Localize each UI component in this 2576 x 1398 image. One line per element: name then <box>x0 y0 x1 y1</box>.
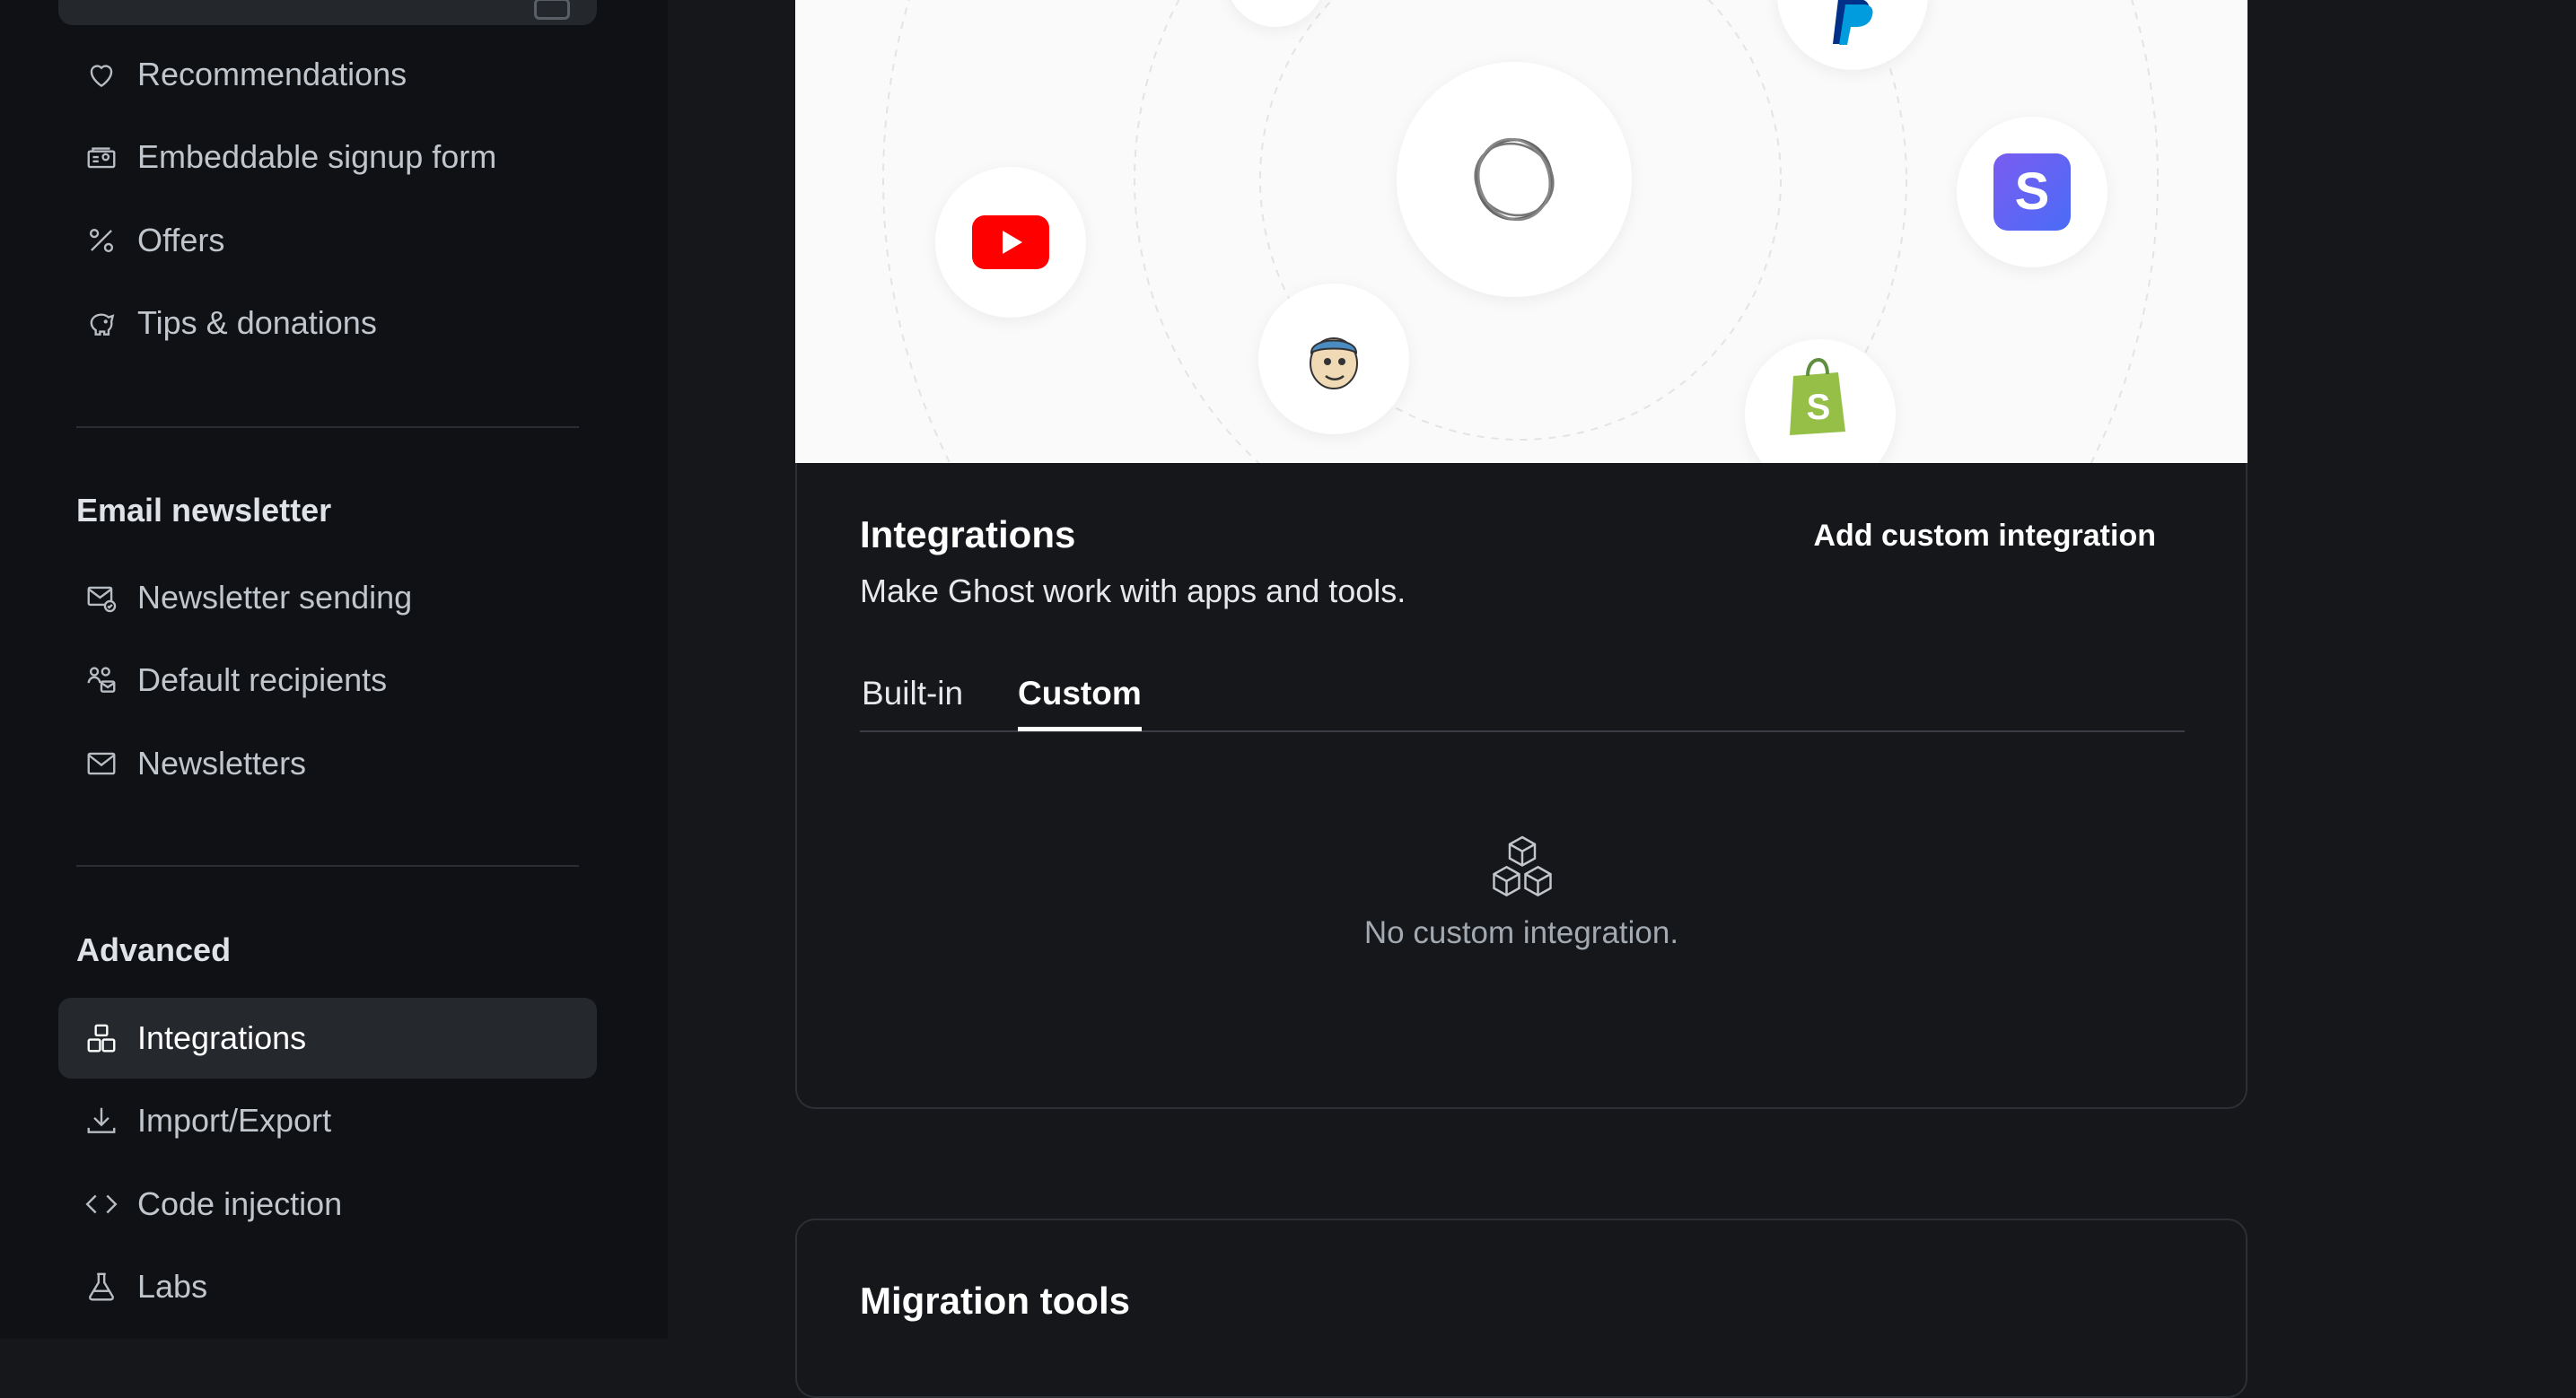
sidebar-item-label: Newsletters <box>137 745 307 782</box>
sidebar: Recommendations Embeddable signup form O… <box>0 0 668 1339</box>
sidebar-item-label: Code injection <box>137 1185 343 1222</box>
sidebar-item-integrations[interactable]: Integrations <box>58 998 597 1079</box>
svg-text:S: S <box>1807 388 1831 427</box>
sidebar-item-default-recipients[interactable]: Default recipients <box>58 640 597 721</box>
add-custom-integration-button[interactable]: Add custom integration <box>1813 519 2156 554</box>
envelope-icon <box>83 746 119 782</box>
sidebar-item-label: Newsletter sending <box>137 579 413 616</box>
ghost-logo <box>1397 62 1632 297</box>
flask-icon <box>83 1269 119 1305</box>
sidebar-item-recommendations[interactable]: Recommendations <box>58 34 597 115</box>
signup-form-icon <box>83 139 119 175</box>
integrations-card: Integrations Make Ghost work with apps a… <box>795 463 2247 1109</box>
stripe-logo: S <box>1957 117 2107 267</box>
integrations-description: Make Ghost work with apps and tools. <box>860 572 1406 609</box>
migration-tools-title: Migration tools <box>860 1280 1130 1322</box>
tab-built-in[interactable]: Built-in <box>862 675 963 727</box>
piggy-bank-icon <box>83 305 119 341</box>
cubes-icon <box>1493 835 1552 897</box>
sidebar-item-label: Embeddable signup form <box>137 138 497 175</box>
sidebar-item-label: Default recipients <box>137 661 388 698</box>
download-icon <box>83 1103 119 1139</box>
sidebar-item-label: Integrations <box>137 1019 307 1056</box>
sidebar-item-label: Offers <box>137 222 225 258</box>
svg-text:S: S <box>2015 162 2050 221</box>
percent-icon <box>83 223 119 258</box>
sidebar-item-signup-form[interactable]: Embeddable signup form <box>58 117 597 197</box>
youtube-icon <box>972 215 1049 269</box>
migration-tools-card: Migration tools <box>795 1219 2247 1398</box>
sidebar-item-newsletter-sending[interactable]: Newsletter sending <box>58 557 597 638</box>
empty-state-text: No custom integration. <box>1363 915 1679 950</box>
section-title-advanced: Advanced <box>76 931 232 968</box>
youtube-logo <box>935 167 1086 318</box>
integrations-hero-illustration: S S <box>795 0 2247 463</box>
sidebar-item-label: Recommendations <box>137 56 407 92</box>
mailchimp-logo <box>1258 284 1409 434</box>
mail-check-icon <box>83 580 119 616</box>
integrations-icon <box>83 1020 119 1056</box>
sidebar-item-labs[interactable]: Labs <box>58 1246 597 1327</box>
shopify-icon: S <box>1790 357 1845 435</box>
tab-custom[interactable]: Custom <box>1018 675 1142 731</box>
sidebar-divider <box>76 426 579 428</box>
sidebar-item-label: Labs <box>137 1268 208 1305</box>
ghost-ring-icon <box>1474 137 1555 222</box>
shortcut-icon <box>534 0 570 20</box>
sidebar-top-element[interactable] <box>58 0 597 25</box>
sidebar-divider <box>76 865 579 867</box>
sidebar-item-tips-donations[interactable]: Tips & donations <box>58 283 597 363</box>
sidebar-item-label: Import/Export <box>137 1102 332 1139</box>
integrations-tabs: Built-in Custom <box>860 675 2185 732</box>
sidebar-item-offers[interactable]: Offers <box>58 200 597 281</box>
sidebar-item-import-export[interactable]: Import/Export <box>58 1080 597 1161</box>
sidebar-item-label: Tips & donations <box>137 304 377 341</box>
sidebar-item-newsletters[interactable]: Newsletters <box>58 723 597 804</box>
heart-icon <box>83 57 119 92</box>
code-icon <box>83 1186 119 1222</box>
section-title-email-newsletter: Email newsletter <box>76 492 332 529</box>
sidebar-item-code-injection[interactable]: Code injection <box>58 1164 597 1245</box>
mailchimp-icon <box>1310 337 1358 389</box>
integrations-title: Integrations <box>860 513 1076 555</box>
users-mail-icon <box>83 662 119 698</box>
paypal-icon <box>1833 0 1873 45</box>
stripe-icon: S <box>1993 153 2071 231</box>
